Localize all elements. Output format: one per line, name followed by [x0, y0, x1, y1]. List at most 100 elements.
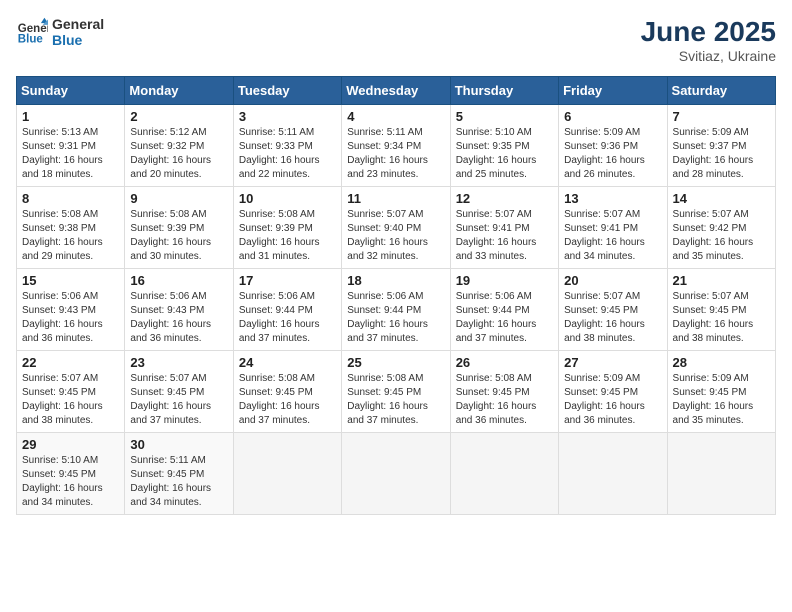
calendar-cell: 22 Sunrise: 5:07 AM Sunset: 9:45 PM Dayli… — [17, 351, 125, 433]
calendar-cell: 21 Sunrise: 5:07 AM Sunset: 9:45 PM Dayli… — [667, 269, 775, 351]
page-header: General Blue General Blue June 2025 Svit… — [16, 16, 776, 64]
calendar-cell: 16Sunrise: 5:06 AM Sunset: 9:43 PM Dayli… — [125, 269, 233, 351]
title-block: June 2025 Svitiaz, Ukraine — [641, 16, 776, 64]
calendar-week-row: 1 Sunrise: 5:13 AM Sunset: 9:31 PM Daylig… — [17, 105, 776, 187]
day-number: 27 — [564, 355, 661, 370]
day-info: Sunrise: 5:09 AM Sunset: 9:45 PM Dayligh… — [673, 372, 770, 428]
day-number: 1 — [22, 109, 119, 124]
day-number: 23 — [130, 355, 227, 370]
calendar-cell: 25 Sunrise: 5:08 AM Sunset: 9:45 PM Dayli… — [342, 351, 450, 433]
calendar-cell: 24 Sunrise: 5:08 AM Sunset: 9:45 PM Dayli… — [233, 351, 341, 433]
calendar-cell: 14Sunrise: 5:07 AM Sunset: 9:42 PM Dayli… — [667, 187, 775, 269]
calendar-cell: 7 Sunrise: 5:09 AM Sunset: 9:37 PM Daylig… — [667, 105, 775, 187]
calendar-cell — [342, 433, 450, 515]
day-number: 9 — [130, 191, 227, 206]
calendar-cell — [667, 433, 775, 515]
day-info: Sunrise: 5:08 AM Sunset: 9:45 PM Dayligh… — [347, 372, 444, 428]
day-number: 11 — [347, 191, 444, 206]
calendar-cell: 12 Sunrise: 5:07 AM Sunset: 9:41 PM Dayli… — [450, 187, 558, 269]
day-number: 10 — [239, 191, 336, 206]
day-info: Sunrise: 5:10 AM Sunset: 9:35 PM Dayligh… — [456, 126, 553, 182]
calendar-cell: 2Sunrise: 5:12 AM Sunset: 9:32 PM Daylig… — [125, 105, 233, 187]
day-number: 18 — [347, 273, 444, 288]
day-info: Sunrise: 5:09 AM Sunset: 9:36 PM Dayligh… — [564, 126, 661, 182]
day-number: 20 — [564, 273, 661, 288]
logo-text-blue: Blue — [52, 32, 104, 48]
header-saturday: Saturday — [667, 77, 775, 105]
day-number: 17 — [239, 273, 336, 288]
day-number: 5 — [456, 109, 553, 124]
calendar-cell: 18 Sunrise: 5:06 AM Sunset: 9:44 PM Dayli… — [342, 269, 450, 351]
day-number: 30 — [130, 437, 227, 452]
header-monday: Monday — [125, 77, 233, 105]
header-tuesday: Tuesday — [233, 77, 341, 105]
day-info: Sunrise: 5:08 AM Sunset: 9:39 PM Dayligh… — [130, 208, 227, 264]
logo: General Blue General Blue — [16, 16, 104, 48]
day-info: Sunrise: 5:07 AM Sunset: 9:41 PM Dayligh… — [456, 208, 553, 264]
calendar-week-row: 29Sunrise: 5:10 AM Sunset: 9:45 PM Dayli… — [17, 433, 776, 515]
day-info: Sunrise: 5:07 AM Sunset: 9:45 PM Dayligh… — [564, 290, 661, 346]
day-number: 15 — [22, 273, 119, 288]
logo-text-general: General — [52, 16, 104, 32]
day-number: 13 — [564, 191, 661, 206]
day-info: Sunrise: 5:08 AM Sunset: 9:38 PM Dayligh… — [22, 208, 119, 264]
calendar-cell: 17 Sunrise: 5:06 AM Sunset: 9:44 PM Dayli… — [233, 269, 341, 351]
day-number: 8 — [22, 191, 119, 206]
day-number: 26 — [456, 355, 553, 370]
day-info: Sunrise: 5:09 AM Sunset: 9:45 PM Dayligh… — [564, 372, 661, 428]
day-number: 21 — [673, 273, 770, 288]
day-info: Sunrise: 5:13 AM Sunset: 9:31 PM Dayligh… — [22, 126, 119, 182]
calendar-cell: 19 Sunrise: 5:06 AM Sunset: 9:44 PM Dayli… — [450, 269, 558, 351]
calendar-cell: 9 Sunrise: 5:08 AM Sunset: 9:39 PM Daylig… — [125, 187, 233, 269]
day-info: Sunrise: 5:06 AM Sunset: 9:43 PM Dayligh… — [130, 290, 227, 346]
day-info: Sunrise: 5:11 AM Sunset: 9:33 PM Dayligh… — [239, 126, 336, 182]
calendar-cell: 1 Sunrise: 5:13 AM Sunset: 9:31 PM Daylig… — [17, 105, 125, 187]
day-info: Sunrise: 5:06 AM Sunset: 9:43 PM Dayligh… — [22, 290, 119, 346]
day-number: 7 — [673, 109, 770, 124]
calendar-cell — [450, 433, 558, 515]
day-info: Sunrise: 5:07 AM Sunset: 9:45 PM Dayligh… — [130, 372, 227, 428]
header-friday: Friday — [559, 77, 667, 105]
calendar-cell: 10Sunrise: 5:08 AM Sunset: 9:39 PM Dayli… — [233, 187, 341, 269]
day-number: 28 — [673, 355, 770, 370]
day-info: Sunrise: 5:11 AM Sunset: 9:45 PM Dayligh… — [130, 454, 227, 510]
day-info: Sunrise: 5:11 AM Sunset: 9:34 PM Dayligh… — [347, 126, 444, 182]
day-number: 25 — [347, 355, 444, 370]
day-number: 2 — [130, 109, 227, 124]
day-info: Sunrise: 5:07 AM Sunset: 9:45 PM Dayligh… — [22, 372, 119, 428]
calendar-cell — [559, 433, 667, 515]
day-info: Sunrise: 5:06 AM Sunset: 9:44 PM Dayligh… — [347, 290, 444, 346]
calendar-cell: 11 Sunrise: 5:07 AM Sunset: 9:40 PM Dayli… — [342, 187, 450, 269]
calendar-cell: 4Sunrise: 5:11 AM Sunset: 9:34 PM Daylig… — [342, 105, 450, 187]
day-number: 22 — [22, 355, 119, 370]
calendar-table: Sunday Monday Tuesday Wednesday Thursday… — [16, 76, 776, 515]
calendar-cell: 8 Sunrise: 5:08 AM Sunset: 9:38 PM Daylig… — [17, 187, 125, 269]
day-number: 24 — [239, 355, 336, 370]
calendar-cell: 15 Sunrise: 5:06 AM Sunset: 9:43 PM Dayli… — [17, 269, 125, 351]
day-number: 29 — [22, 437, 119, 452]
day-info: Sunrise: 5:07 AM Sunset: 9:45 PM Dayligh… — [673, 290, 770, 346]
svg-text:Blue: Blue — [18, 34, 44, 46]
day-number: 3 — [239, 109, 336, 124]
day-info: Sunrise: 5:09 AM Sunset: 9:37 PM Dayligh… — [673, 126, 770, 182]
day-info: Sunrise: 5:06 AM Sunset: 9:44 PM Dayligh… — [239, 290, 336, 346]
header-sunday: Sunday — [17, 77, 125, 105]
calendar-cell: 28 Sunrise: 5:09 AM Sunset: 9:45 PM Dayli… — [667, 351, 775, 433]
day-headers-row: Sunday Monday Tuesday Wednesday Thursday… — [17, 77, 776, 105]
day-number: 19 — [456, 273, 553, 288]
calendar-cell: 13Sunrise: 5:07 AM Sunset: 9:41 PM Dayli… — [559, 187, 667, 269]
calendar-week-row: 22 Sunrise: 5:07 AM Sunset: 9:45 PM Dayli… — [17, 351, 776, 433]
day-number: 12 — [456, 191, 553, 206]
day-number: 6 — [564, 109, 661, 124]
calendar-cell: 26 Sunrise: 5:08 AM Sunset: 9:45 PM Dayli… — [450, 351, 558, 433]
calendar-cell: 30 Sunrise: 5:11 AM Sunset: 9:45 PM Dayli… — [125, 433, 233, 515]
calendar-cell: 27 Sunrise: 5:09 AM Sunset: 9:45 PM Dayli… — [559, 351, 667, 433]
day-info: Sunrise: 5:08 AM Sunset: 9:45 PM Dayligh… — [456, 372, 553, 428]
day-info: Sunrise: 5:06 AM Sunset: 9:44 PM Dayligh… — [456, 290, 553, 346]
day-info: Sunrise: 5:08 AM Sunset: 9:45 PM Dayligh… — [239, 372, 336, 428]
day-info: Sunrise: 5:07 AM Sunset: 9:42 PM Dayligh… — [673, 208, 770, 264]
calendar-week-row: 15 Sunrise: 5:06 AM Sunset: 9:43 PM Dayli… — [17, 269, 776, 351]
calendar-cell: 6 Sunrise: 5:09 AM Sunset: 9:36 PM Daylig… — [559, 105, 667, 187]
day-info: Sunrise: 5:07 AM Sunset: 9:40 PM Dayligh… — [347, 208, 444, 264]
calendar-cell: 5 Sunrise: 5:10 AM Sunset: 9:35 PM Daylig… — [450, 105, 558, 187]
